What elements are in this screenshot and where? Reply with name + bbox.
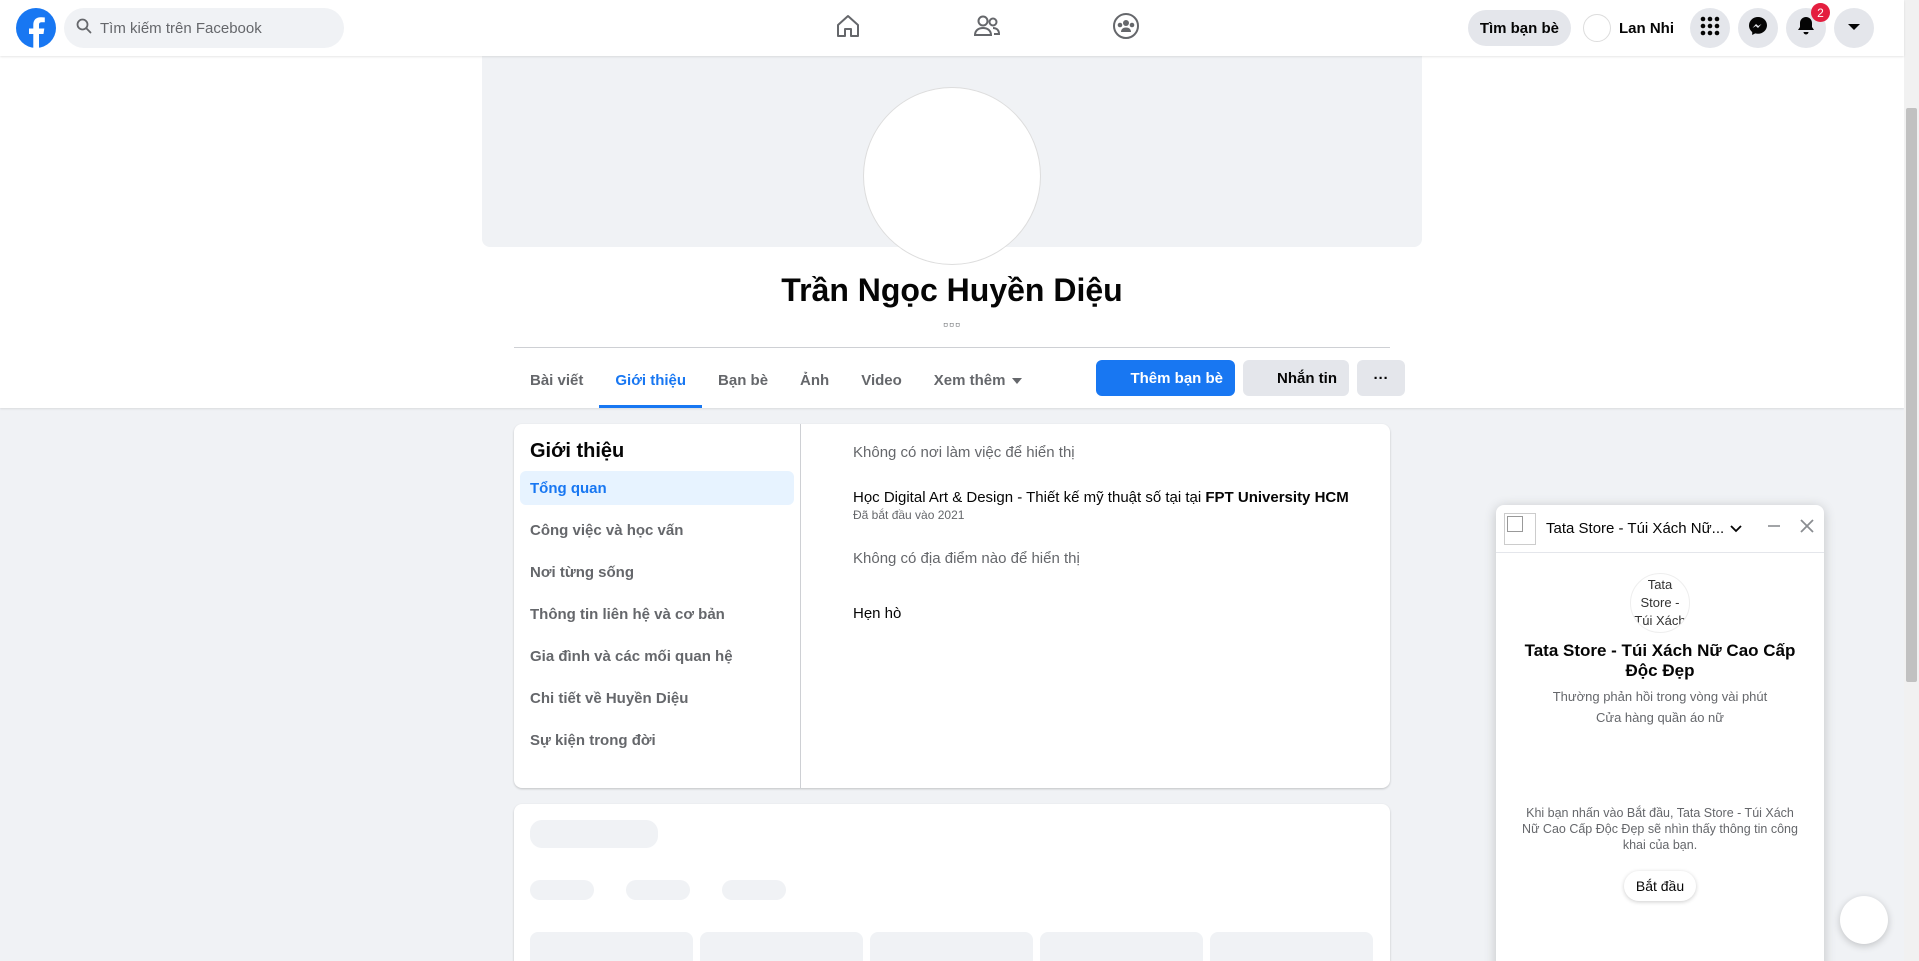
main-navigation — [778, 0, 1195, 56]
chevron-down-icon[interactable] — [1730, 520, 1742, 538]
loading-card — [514, 804, 1390, 961]
search-box[interactable] — [64, 8, 344, 48]
profile-picture[interactable] — [864, 88, 1040, 264]
search-icon — [76, 18, 92, 39]
new-message-button[interactable] — [1840, 896, 1888, 944]
add-friend-button[interactable]: Thêm bạn bè — [1096, 360, 1235, 396]
nav-groups[interactable] — [1056, 0, 1195, 56]
chat-title: Tata Store - Túi Xách Nữ... — [1546, 520, 1725, 537]
nav-home[interactable] — [778, 0, 917, 56]
more-dots-icon: ··· — [1373, 369, 1389, 387]
skeleton-tab — [530, 880, 594, 900]
message-button[interactable]: Nhắn tin — [1243, 360, 1349, 396]
messenger-icon — [1748, 16, 1768, 41]
more-options-button[interactable]: ··· — [1357, 360, 1405, 396]
skeleton-tile — [1210, 932, 1373, 961]
get-started-button[interactable]: Bắt đầu — [1623, 871, 1697, 901]
bell-icon — [1797, 16, 1815, 41]
header-divider — [514, 347, 1390, 348]
search-input[interactable] — [100, 19, 320, 37]
about-details[interactable]: Chi tiết về Huyền Diệu — [520, 681, 794, 715]
tab-friends[interactable]: Bạn bè — [702, 352, 784, 408]
work-info: Không có nơi làm việc để hiển thị — [853, 444, 1075, 461]
close-icon[interactable] — [1798, 517, 1816, 540]
about-overview[interactable]: Tổng quan — [520, 471, 794, 505]
dating-info[interactable]: Hẹn hò — [853, 605, 1390, 622]
tab-videos[interactable]: Video — [845, 352, 918, 408]
nav-friends[interactable] — [917, 0, 1056, 56]
about-content: Không có nơi làm việc để hiển thị Học Di… — [801, 424, 1390, 788]
tab-about[interactable]: Giới thiệu — [599, 352, 702, 408]
about-family-relationships[interactable]: Gia đình và các mối quan hệ — [520, 639, 794, 673]
tab-posts[interactable]: Bài viết — [514, 352, 599, 408]
skeleton-tab — [722, 880, 786, 900]
caret-down-icon — [1847, 19, 1861, 37]
account-menu-button[interactable] — [1834, 8, 1874, 48]
tab-photos[interactable]: Ảnh — [784, 352, 845, 408]
tab-more[interactable]: Xem thêm — [918, 352, 1038, 408]
facebook-logo-icon[interactable] — [16, 8, 56, 48]
account-controls: Tìm bạn bè Lan Nhi 2 — [1467, 3, 1874, 48]
chat-body: Tata Store - Túi Xách Tata Store - Túi X… — [1496, 553, 1824, 901]
friends-icon — [973, 13, 1001, 44]
about-contact-basic-info[interactable]: Thông tin liên hệ và cơ bản — [520, 597, 794, 631]
skeleton-tile — [700, 932, 863, 961]
profile-subtitle: ▫▫▫ — [943, 316, 961, 332]
menu-grid-icon — [1700, 16, 1720, 41]
avatar — [1583, 14, 1611, 42]
education-text: Học Digital Art & Design - Thiết kế mỹ t… — [853, 489, 1206, 506]
scrollbar-thumb[interactable] — [1906, 108, 1917, 682]
about-life-events[interactable]: Sự kiện trong đời — [520, 723, 794, 757]
notifications-button[interactable]: 2 — [1786, 3, 1830, 48]
tab-more-label: Xem thêm — [933, 371, 1006, 389]
skeleton-title — [530, 820, 658, 848]
find-friends-button[interactable]: Tìm bạn bè — [1467, 10, 1571, 46]
chat-header[interactable]: Tata Store - Túi Xách Nữ... — [1496, 505, 1824, 553]
menu-button[interactable] — [1690, 8, 1730, 48]
skeleton-tile — [1040, 932, 1203, 961]
consent-text: Khi bạn nhấn vào Bắt đầu, Tata Store - T… — [1522, 806, 1798, 852]
profile-name: Trần Ngọc Huyền Diệu — [781, 272, 1123, 308]
skeleton-tile — [530, 932, 693, 961]
home-icon — [835, 13, 861, 44]
page-name: Tata Store - Túi Xách Nữ Cao Cấp Độc Đẹp — [1524, 641, 1796, 680]
chat-window: Tata Store - Túi Xách Nữ... Tata Store -… — [1496, 505, 1824, 961]
minimize-icon[interactable] — [1766, 518, 1782, 539]
education-since: Đã bắt đầu vào 2021 — [853, 508, 965, 522]
skeleton-tab — [626, 880, 690, 900]
chat-controls — [1766, 517, 1816, 540]
page-thumbnail — [1504, 512, 1536, 545]
top-navigation-bar: Tìm bạn bè Lan Nhi 2 — [0, 0, 1904, 56]
user-name: Lan Nhi — [1619, 19, 1674, 37]
about-places-lived[interactable]: Nơi từng sống — [520, 555, 794, 589]
groups-icon — [1112, 12, 1140, 45]
education-school-link[interactable]: FPT University HCM — [1205, 489, 1348, 506]
about-title: Giới thiệu — [530, 440, 625, 462]
page-avatar: Tata Store - Túi Xách — [1630, 573, 1690, 633]
about-sidebar: Giới thiệu Tổng quan Công việc và học vấ… — [514, 424, 801, 788]
caret-down-icon — [1011, 372, 1022, 389]
profile-shortcut[interactable]: Lan Nhi — [1579, 10, 1682, 46]
profile-actions: Thêm bạn bè Nhắn tin ··· — [1096, 360, 1405, 396]
education-info: Học Digital Art & Design - Thiết kế mỹ t… — [853, 489, 1390, 522]
places-info: Không có địa điểm nào để hiển thị — [853, 550, 1080, 567]
messenger-button[interactable] — [1738, 8, 1778, 48]
page-category: Cửa hàng quần áo nữ — [1595, 710, 1724, 725]
profile-tabs: Bài viết Giới thiệu Bạn bè Ảnh Video Xem… — [514, 352, 1038, 408]
about-work-education[interactable]: Công việc và học vấn — [520, 513, 794, 547]
response-time: Thường phản hồi trong vòng vài phút — [1552, 689, 1768, 704]
about-card: Giới thiệu Tổng quan Công việc và học vấ… — [514, 424, 1390, 788]
notification-badge: 2 — [1811, 3, 1830, 22]
skeleton-tile — [870, 932, 1033, 961]
